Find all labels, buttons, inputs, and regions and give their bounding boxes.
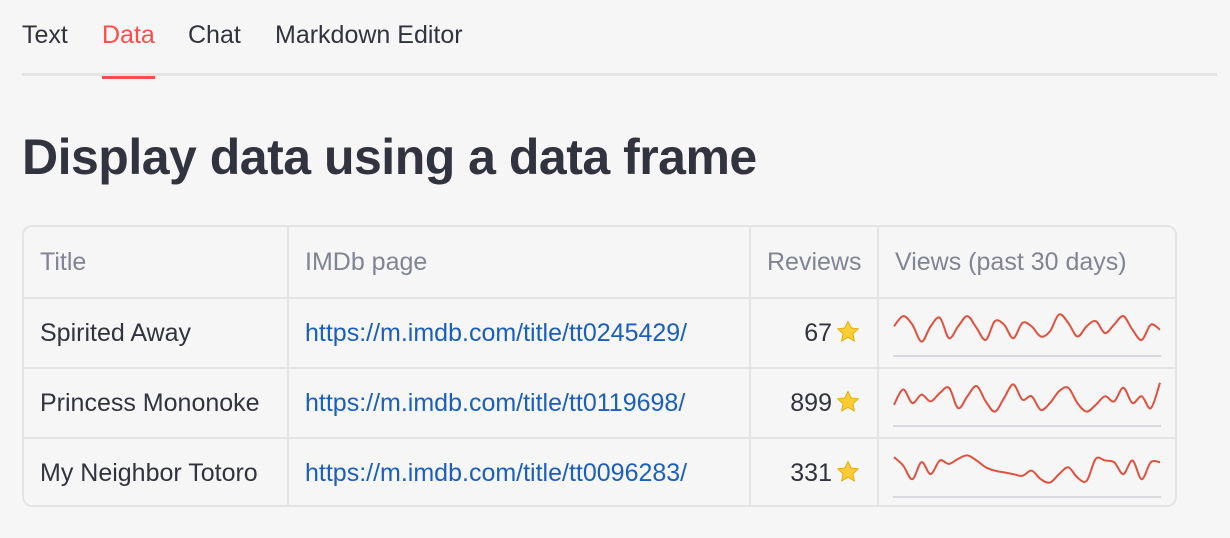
cell-views[interactable] <box>878 438 1175 505</box>
cell-title[interactable]: Princess Mononoke <box>24 368 289 439</box>
table-row: My Neighbor Totoro https://m.imdb.com/ti… <box>24 438 1175 505</box>
column-header-views[interactable]: Views (past 30 days) <box>878 227 1175 299</box>
header-row: Title IMDb page Reviews Views (past 30 d… <box>24 227 1175 299</box>
column-header-title[interactable]: Title <box>24 227 289 299</box>
views-sparkline <box>893 382 1161 427</box>
table-row: Princess Mononoke https://m.imdb.com/tit… <box>24 368 1175 439</box>
tab-data[interactable]: Data <box>102 0 155 79</box>
star-icon <box>836 460 860 482</box>
imdb-link[interactable]: https://m.imdb.com/title/tt0096283/ <box>305 459 687 487</box>
sparkline-line <box>893 382 1161 413</box>
table-row: Spirited Away https://m.imdb.com/title/t… <box>24 298 1175 369</box>
star-icon <box>836 389 860 412</box>
column-header-reviews[interactable]: Reviews <box>750 227 879 299</box>
star-icon <box>836 319 860 342</box>
cell-views[interactable] <box>878 298 1175 369</box>
tab-chat[interactable]: Chat <box>188 0 241 76</box>
views-sparkline <box>893 453 1161 498</box>
cell-reviews[interactable]: 331 <box>750 438 879 505</box>
cell-title[interactable]: My Neighbor Totoro <box>24 438 289 505</box>
data-frame[interactable]: Title IMDb page Reviews Views (past 30 d… <box>22 225 1177 507</box>
reviews-count: 899 <box>790 388 832 417</box>
reviews-count: 331 <box>790 459 832 487</box>
cell-reviews[interactable]: 899 <box>750 368 879 439</box>
sparkline-line <box>893 313 1161 343</box>
page-title: Display data using a data frame <box>22 129 757 185</box>
page: Text Data Chat Markdown Editor Display d… <box>0 0 1230 538</box>
tab-markdown-editor[interactable]: Markdown Editor <box>275 0 463 76</box>
sparkline-line <box>893 453 1161 484</box>
data-table: Title IMDb page Reviews Views (past 30 d… <box>24 227 1175 505</box>
column-header-imdb-page[interactable]: IMDb page <box>288 227 751 299</box>
imdb-link[interactable]: https://m.imdb.com/title/tt0245429/ <box>305 319 687 347</box>
cell-reviews[interactable]: 67 <box>750 298 879 369</box>
cell-imdb-page[interactable]: https://m.imdb.com/title/tt0119698/ <box>288 368 751 439</box>
imdb-link[interactable]: https://m.imdb.com/title/tt0119698/ <box>305 389 685 417</box>
cell-imdb-page[interactable]: https://m.imdb.com/title/tt0245429/ <box>288 298 751 369</box>
cell-title[interactable]: Spirited Away <box>24 298 289 369</box>
views-sparkline <box>893 313 1161 357</box>
tab-text[interactable]: Text <box>22 0 68 76</box>
cell-views[interactable] <box>878 368 1175 439</box>
reviews-count: 67 <box>804 318 832 347</box>
cell-imdb-page[interactable]: https://m.imdb.com/title/tt0096283/ <box>288 438 751 505</box>
tab-bar: Text Data Chat Markdown Editor <box>22 0 1217 79</box>
